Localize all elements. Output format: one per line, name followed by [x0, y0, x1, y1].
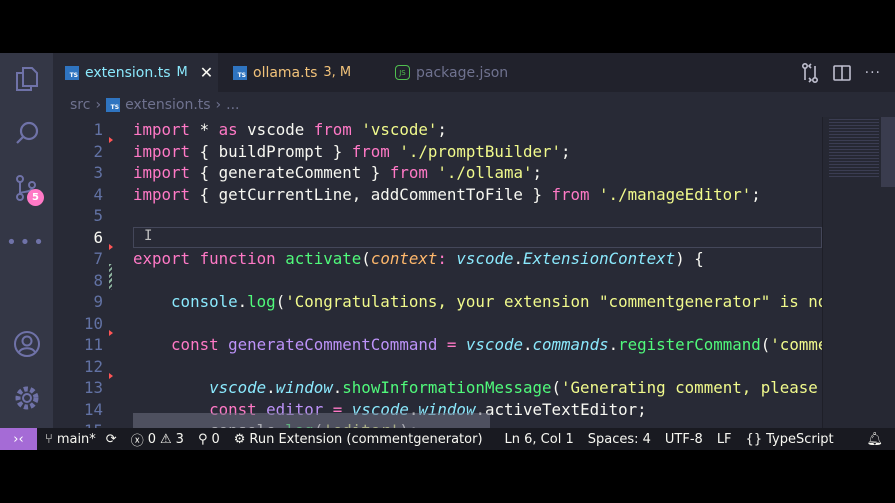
breadcrumb-more[interactable]: ... — [226, 97, 239, 113]
account-icon — [13, 331, 40, 357]
code-text: import { generateComment } from './ollam… — [133, 163, 542, 182]
line-number: 4 — [93, 184, 103, 204]
breadcrumb: src › TS extension.ts › ... — [53, 92, 895, 117]
search-button[interactable] — [0, 110, 53, 156]
diff-deleted-marker[interactable] — [109, 136, 113, 143]
code-line[interactable]: 13 vscode.window.showInformationMessage(… — [53, 377, 822, 399]
code-line[interactable]: 2 import { buildPrompt } from './promptBu… — [53, 141, 822, 163]
code-text: import * as vscode from 'vscode'; — [133, 120, 447, 139]
chevron-right-icon: › — [215, 96, 222, 113]
line-number: 11 — [83, 335, 103, 354]
code-line[interactable]: 5 — [53, 205, 822, 227]
more-icon[interactable]: ••• — [0, 219, 53, 265]
minimap-slider[interactable] — [881, 117, 895, 187]
split-editor-icon[interactable] — [832, 64, 851, 82]
line-number: 13 — [83, 378, 103, 397]
sync-icon: ⟳ — [105, 431, 117, 447]
line-number: 8 — [93, 270, 103, 290]
code-text: console.log('Congratulations, your exten… — [171, 292, 822, 311]
line-number: 14 — [83, 399, 103, 419]
code-line[interactable]: 7 export function activate(context: vscod… — [53, 248, 822, 270]
code-line[interactable]: 10 — [53, 313, 822, 335]
breadcrumb-folder[interactable]: src — [70, 97, 90, 113]
cursor-position[interactable]: Ln 6, Col 1 — [505, 432, 574, 447]
line-number: 3 — [93, 163, 103, 182]
run-extension-item[interactable]: ⚙ Run Extension (commentgenerator) — [234, 432, 483, 447]
tab-package-json[interactable]: JS package.json — [383, 53, 538, 92]
tab-extension-ts[interactable]: TS extension.ts M ✕ — [53, 53, 218, 92]
line-number: 15 — [53, 420, 103, 428]
line-number: 6 — [93, 227, 103, 247]
diff-deleted-marker[interactable] — [109, 330, 113, 336]
line-number: 5 — [93, 206, 103, 225]
line-number: 1 — [93, 120, 103, 139]
compare-changes-icon[interactable] — [801, 62, 819, 83]
vscode-window: 5 ••• TS extension.ts M ✕ TS ollama.ts 3… — [0, 53, 895, 450]
diff-deleted-marker[interactable] — [109, 244, 113, 250]
line-number: 2 — [93, 141, 103, 161]
branch-item[interactable]: ⑂ main* ⟳ — [45, 432, 117, 447]
notifications-bell-icon[interactable]: 🔔︎ — [866, 432, 883, 447]
broadcast-icon: ⚲ — [197, 431, 208, 447]
search-icon — [15, 121, 38, 144]
line-number: 10 — [83, 313, 103, 333]
encoding[interactable]: UTF-8 — [665, 432, 703, 447]
indentation[interactable]: Spaces: 4 — [588, 432, 651, 447]
warning-icon: ⚠ — [160, 431, 172, 447]
code-line[interactable]: 12 — [53, 356, 822, 378]
nodejs-icon: JS — [395, 65, 410, 80]
ports-item[interactable]: ⚲ 0 — [198, 432, 220, 447]
line-number: 9 — [93, 292, 103, 311]
tab-ollama-ts[interactable]: TS ollama.ts 3, M — [221, 53, 381, 92]
remote-button[interactable]: ›‹ — [0, 428, 37, 450]
diff-modified-marker[interactable] — [109, 263, 112, 290]
files-icon — [15, 67, 38, 91]
remote-icon: ›‹ — [13, 431, 24, 447]
source-control-button[interactable] — [0, 165, 53, 211]
diff-deleted-marker[interactable] — [109, 373, 113, 379]
code-text: import { getCurrentLine, addCommentToFil… — [133, 184, 761, 204]
gear-icon — [15, 386, 38, 410]
line-number: 12 — [83, 356, 103, 376]
breadcrumb-file[interactable]: extension.ts — [125, 97, 210, 113]
code-text: const generateCommentCommand = vscode.co… — [171, 335, 822, 354]
end-of-line[interactable]: LF — [717, 432, 732, 447]
minimap[interactable] — [822, 117, 895, 428]
activity-bar: 5 ••• — [0, 53, 53, 428]
scm-badge: 5 — [27, 189, 44, 206]
tab-bar: TS extension.ts M ✕ TS ollama.ts 3, M JS… — [53, 53, 895, 92]
line-number: 7 — [93, 249, 103, 268]
explorer-button[interactable] — [0, 56, 53, 102]
typescript-file-icon: TS — [106, 97, 121, 112]
chevron-right-icon: › — [95, 96, 102, 113]
code-line[interactable]: 4 import { getCurrentLine, addCommentToFi… — [53, 184, 822, 206]
manage-button[interactable] — [0, 375, 53, 421]
language-mode[interactable]: {} TypeScript — [746, 432, 834, 447]
code-text: export function activate(context: vscode… — [133, 249, 704, 268]
code-text: import { buildPrompt } from './promptBui… — [133, 141, 571, 161]
braces-icon: {} — [745, 431, 763, 447]
status-bar: ›‹ ⑂ main* ⟳ ⓧ 0 ⚠ 3 ⚲ 0 ⚙ Run Extension (comme… — [0, 428, 895, 450]
typescript-file-icon: TS — [233, 65, 247, 80]
more-actions-icon[interactable]: ··· — [865, 65, 881, 81]
code-line[interactable]: 3 import { generateComment } from './olla… — [53, 162, 822, 184]
code-line[interactable]: 9 console.log('Congratulations, your ext… — [53, 291, 822, 313]
typescript-file-icon: TS — [65, 65, 79, 80]
code-line[interactable]: 1 import * as vscode from 'vscode'; — [53, 119, 822, 141]
close-icon[interactable]: ✕ — [200, 63, 213, 82]
code-text: vscode.window.showInformationMessage('Ge… — [209, 378, 818, 397]
problems-item[interactable]: ⓧ 0 ⚠ 3 — [131, 430, 184, 449]
code-line[interactable]: 6 — [53, 227, 822, 249]
code-editor[interactable]: 1 import * as vscode from 'vscode'; 2 impor… — [53, 117, 822, 428]
code-line[interactable]: 11 const generateCommentCommand = vscode… — [53, 334, 822, 356]
horizontal-scrollbar[interactable] — [133, 413, 490, 428]
code-line[interactable]: 8 — [53, 270, 822, 292]
accounts-button[interactable] — [0, 321, 53, 367]
error-icon: ⓧ — [130, 433, 144, 449]
debug-icon: ⚙ — [233, 431, 246, 447]
branch-icon: ⑂ — [45, 431, 53, 447]
